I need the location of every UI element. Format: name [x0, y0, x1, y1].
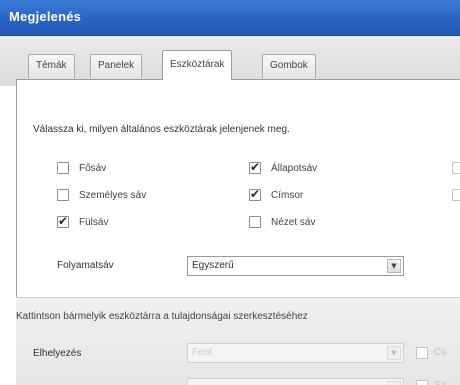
- placement-label: Elhelyezés: [33, 348, 82, 359]
- checkbox-box[interactable]: [57, 162, 69, 174]
- placement-option-checkbox[interactable]: [416, 347, 428, 359]
- chevron-down-icon[interactable]: ▼: [387, 346, 401, 360]
- checkbox-box-checked[interactable]: [249, 160, 261, 174]
- checkbox-box[interactable]: [249, 216, 261, 228]
- placement-value: Fent: [192, 347, 213, 358]
- checkbox-view-bar[interactable]: Nézet sáv: [249, 216, 315, 228]
- checkbox-box-checked[interactable]: [57, 214, 69, 228]
- checkbox-box-checked[interactable]: [249, 187, 261, 201]
- tab-themes[interactable]: Témák: [28, 54, 75, 78]
- checkbox-label: Nézet sáv: [271, 216, 316, 228]
- progress-bar-select[interactable]: Egyszerű ▼: [187, 256, 404, 276]
- toolbar-properties-hint: Kattintson bármelyik eszköztárra a tulaj…: [16, 311, 308, 322]
- placement-select[interactable]: Fent ▼: [187, 343, 404, 363]
- progress-bar-value: Egyszerű: [192, 260, 234, 271]
- checkbox-clipped[interactable]: [452, 162, 460, 174]
- checkbox-personal-bar[interactable]: Személyes sáv: [57, 189, 146, 201]
- chevron-down-icon[interactable]: ▼: [387, 381, 401, 385]
- checkbox-status-bar[interactable]: Állapotsáv: [249, 160, 318, 174]
- window-title: Megjelenés: [9, 9, 82, 24]
- window-titlebar: Megjelenés: [0, 0, 460, 36]
- checkbox-label: Címsor: [271, 189, 304, 201]
- tab-buttons[interactable]: Gombok: [262, 54, 316, 78]
- checkbox-main-bar[interactable]: Fősáv: [57, 162, 106, 174]
- checkbox-box[interactable]: [57, 189, 69, 201]
- checkbox-address-bar[interactable]: Címsor: [249, 187, 304, 201]
- second-select[interactable]: ▼: [187, 378, 404, 385]
- tab-panels[interactable]: Panelek: [90, 54, 143, 78]
- checkbox-label: Állapotsáv: [271, 162, 318, 174]
- progress-bar-label: Folyamatsáv: [57, 260, 114, 271]
- checkbox-tab-bar[interactable]: Fülsáv: [57, 214, 109, 228]
- toolbars-description: Válassza ki, milyen általános eszköztára…: [33, 124, 290, 135]
- checkbox-label: Fősáv: [79, 162, 107, 174]
- placement-option-label: Cs: [434, 347, 447, 358]
- checkbox-label: Fülsáv: [79, 216, 109, 228]
- tab-toolbars[interactable]: Eszköztárak: [162, 50, 233, 80]
- second-option-checkbox[interactable]: [416, 380, 428, 385]
- checkbox-label: Személyes sáv: [79, 189, 147, 201]
- second-option-label: Sz: [434, 380, 446, 385]
- checkbox-clipped-2[interactable]: [452, 189, 460, 201]
- chevron-down-icon[interactable]: ▼: [387, 259, 401, 273]
